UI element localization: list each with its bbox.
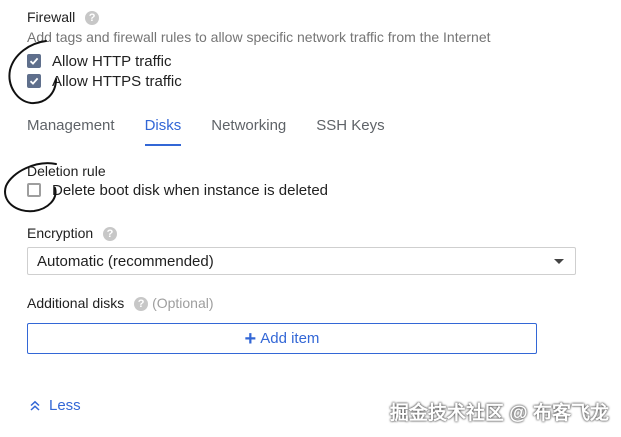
plus-icon: + [244, 327, 257, 350]
delete-boot-disk-label: Delete boot disk when instance is delete… [52, 181, 329, 199]
less-label: Less [49, 397, 81, 414]
allow-https-row[interactable]: Allow HTTPS traffic [27, 71, 182, 91]
vm-create-form: Firewall ? Add tags and firewall rules t… [0, 0, 621, 437]
less-link[interactable]: Less [29, 397, 81, 414]
delete-boot-disk-checkbox[interactable] [27, 183, 41, 197]
firewall-description: Add tags and firewall rules to allow spe… [27, 29, 491, 45]
additional-disks-title: Additional disks [27, 295, 125, 311]
dropdown-caret-icon [554, 259, 564, 264]
add-item-label: Add item [260, 330, 320, 347]
encryption-title: Encryption [27, 225, 94, 241]
optional-label: (Optional) [152, 295, 214, 311]
delete-boot-disk-row[interactable]: Delete boot disk when instance is delete… [27, 180, 328, 200]
help-circle-icon[interactable]: ? [134, 297, 149, 312]
tab-disks[interactable]: Disks [144, 116, 181, 146]
tab-bar: Management Disks Networking SSH Keys [27, 116, 415, 146]
tab-networking[interactable]: Networking [211, 116, 286, 146]
tab-management[interactable]: Management [27, 116, 115, 146]
encryption-select[interactable]: Automatic (recommended) [27, 247, 576, 275]
allow-http-checkbox[interactable] [27, 54, 41, 68]
help-circle-icon[interactable]: ? [103, 227, 118, 242]
allow-http-row[interactable]: Allow HTTP traffic [27, 51, 171, 71]
encryption-section-title: Encryption ? [27, 225, 118, 242]
additional-disks-section-title: Additional disks ? (Optional) [27, 295, 214, 312]
watermark-text: 掘金技术社区 @ 布客飞龙 [389, 403, 609, 424]
check-icon [29, 57, 39, 65]
firewall-title: Firewall [27, 9, 76, 25]
allow-https-checkbox[interactable] [27, 74, 41, 88]
tab-ssh-keys[interactable]: SSH Keys [316, 116, 384, 146]
help-circle-icon[interactable]: ? [85, 11, 100, 26]
allow-https-label: Allow HTTPS traffic [52, 72, 182, 90]
deletion-rule-title: Deletion rule [27, 163, 106, 179]
allow-http-label: Allow HTTP traffic [52, 52, 172, 70]
encryption-selected-value: Automatic (recommended) [37, 252, 214, 270]
add-item-button[interactable]: + Add item [27, 323, 537, 354]
double-chevron-up-icon [30, 400, 40, 411]
firewall-section-title: Firewall ? [27, 9, 100, 26]
check-icon [29, 77, 39, 85]
